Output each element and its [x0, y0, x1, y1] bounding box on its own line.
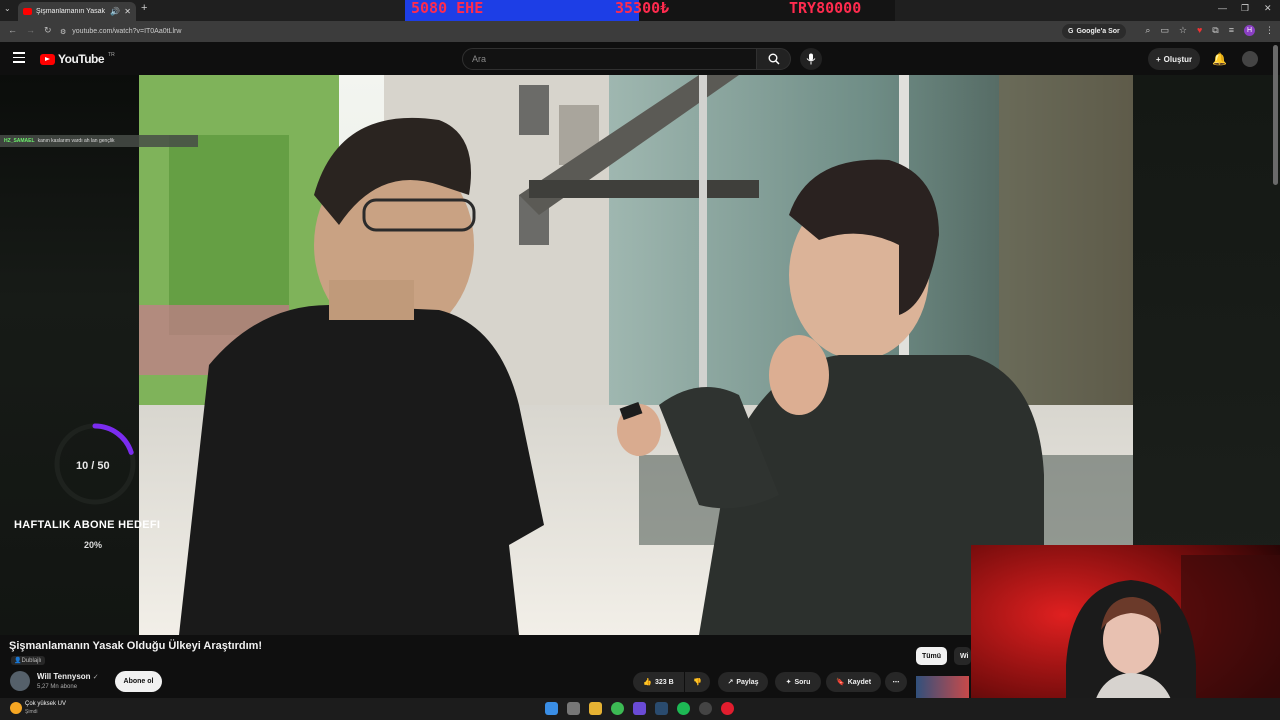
share-label: Paylaş [736, 678, 759, 686]
account-avatar[interactable] [1242, 51, 1258, 67]
thumbs-down-icon: 👎 [693, 679, 702, 686]
goal-percent: 20% [84, 540, 103, 550]
channel-name[interactable]: Will Tennyson ✓ [37, 672, 99, 681]
streamer-webcam [971, 545, 1280, 720]
ask-label: Soru [794, 678, 811, 686]
spotify-icon[interactable] [677, 702, 690, 715]
site-info-icon[interactable]: ⚙ [60, 28, 66, 36]
search-icon [768, 53, 780, 65]
google-icon: G [1068, 28, 1074, 35]
sparkle-icon: ✦ [785, 679, 792, 686]
menu-icon[interactable] [13, 52, 25, 66]
minimize-icon[interactable]: — [1218, 3, 1227, 13]
microphone-icon [806, 53, 816, 65]
youtube-wordmark: YouTube [58, 52, 105, 66]
verified-icon: ✓ [92, 674, 99, 681]
country-code: TR [108, 52, 115, 58]
like-count: 323 B [655, 678, 674, 686]
save-button[interactable]: 🔖 Kaydet [826, 672, 881, 692]
tab-close-icon[interactable]: ✕ [124, 7, 131, 16]
weather-subtitle: Şimdi [25, 709, 38, 715]
dubbed-badge: 👤Dublajlı [11, 656, 45, 665]
chat-user: HZ_SAMAEL [4, 138, 35, 144]
ticker-middle: 35300₺ [615, 0, 670, 17]
bookmark-star-icon[interactable]: ☆ [1179, 25, 1187, 36]
weather-title: Çok yüksek UV [25, 701, 67, 707]
windows-taskbar: Çok yüksek UV Şimdi [0, 698, 1280, 720]
chip-all[interactable]: Tümü [916, 647, 948, 665]
voice-search-button[interactable] [800, 48, 822, 70]
file-explorer-icon[interactable] [589, 702, 602, 715]
new-tab-icon[interactable]: + [141, 2, 147, 14]
zoom-icon[interactable]: ⌕ [1145, 25, 1150, 36]
youtube-logo[interactable]: YouTube TR [40, 52, 115, 66]
youtube-header: YouTube TR Ara + Oluştur 🔔 [0, 42, 1280, 75]
page-scrollbar[interactable] [1273, 45, 1278, 185]
url-text: youtube.com/watch?v=IT0Aa0tLlrw [72, 28, 182, 35]
chat-text: kanın kaslarım vardı ah lan gençlik [37, 138, 115, 144]
bookmark-icon: 🔖 [835, 679, 845, 686]
more-horizontal-icon: ⋯ [892, 679, 900, 686]
goal-count: 10 / 50 [76, 460, 110, 472]
subscribe-button[interactable]: Abone ol [115, 671, 162, 692]
create-button[interactable]: + Oluştur [1148, 48, 1201, 70]
youtube-play-icon [40, 53, 55, 65]
chat-message: HZ_SAMAEL kanın kaslarım vardı ah lan gen… [0, 135, 198, 147]
weather-sun-icon[interactable] [10, 702, 22, 714]
search-input[interactable]: Ara [462, 48, 757, 70]
goal-title: HAFTALIK ABONE HEDEFI [14, 519, 161, 531]
steam-icon[interactable] [655, 702, 668, 715]
more-actions-button[interactable]: ⋯ [885, 672, 907, 692]
youtube-favicon-icon [23, 8, 32, 15]
search-button[interactable] [756, 48, 791, 70]
tab-title: Şişmanlamanın Yasak Olduğu... [36, 8, 106, 15]
restore-icon[interactable]: ❐ [1241, 3, 1249, 14]
google-ask-label: Google'a Sor [1076, 28, 1120, 35]
ask-button[interactable]: ✦ Soru [775, 672, 821, 692]
create-label: Oluştur [1163, 54, 1193, 64]
thumbs-up-icon: 👍 [643, 679, 653, 686]
stream-left-panel [0, 75, 139, 635]
channel-avatar[interactable] [10, 671, 30, 691]
back-icon[interactable]: ← [8, 25, 17, 35]
next-video-thumbnail[interactable] [916, 676, 969, 698]
taskbar-apps [545, 702, 734, 715]
task-view-icon[interactable] [567, 702, 580, 715]
address-bar-row: ← → ↻ ⚙ youtube.com/watch?v=IT0Aa0tLlrw … [0, 21, 1280, 42]
google-ask-button[interactable]: G Google'a Sor [1062, 24, 1126, 39]
share-button[interactable]: ↗ Paylaş [718, 672, 768, 692]
browser-tab-active[interactable]: Şişmanlamanın Yasak Olduğu... 🔊 ✕ [18, 2, 136, 21]
tab-search-icon[interactable]: ⌄ [4, 4, 11, 13]
media-icon[interactable]: ≡ [1229, 25, 1234, 36]
save-label: Kaydet [847, 678, 872, 686]
forward-icon[interactable]: → [26, 25, 35, 35]
dub-label: Dublajlı [21, 658, 42, 664]
subscriber-count: 5,27 Mn abone [37, 684, 78, 690]
obs-icon[interactable] [699, 702, 712, 715]
like-button[interactable]: 👍 323 B [633, 672, 684, 692]
chip-next[interactable]: Wi [954, 647, 971, 665]
opera-icon[interactable] [721, 702, 734, 715]
share-icon: ↗ [727, 679, 734, 686]
twitch-app-icon[interactable] [633, 702, 646, 715]
browser-toolbar-icons: ⌕ ▭ ☆ ♥ ⧉ ≡ H ⋮ [1145, 25, 1274, 36]
notifications-bell-icon[interactable]: 🔔 [1212, 52, 1227, 66]
dislike-button[interactable]: 👎 [685, 672, 710, 692]
url-field[interactable]: ⚙ youtube.com/watch?v=IT0Aa0tLlrw [60, 24, 1060, 39]
browser-menu-icon[interactable]: ⋮ [1265, 25, 1274, 36]
extensions-puzzle-icon[interactable]: ⧉ [1212, 25, 1218, 36]
plus-icon: + [1156, 54, 1161, 64]
chrome-icon[interactable] [611, 702, 624, 715]
start-windows-icon[interactable] [545, 702, 558, 715]
window-close-icon[interactable]: ✕ [1264, 3, 1272, 14]
webcam-frame [971, 545, 1280, 720]
extension-icon[interactable]: ♥ [1197, 25, 1202, 36]
profile-avatar[interactable]: H [1244, 25, 1255, 36]
speaker-icon[interactable]: 🔊 [110, 7, 120, 16]
reload-icon[interactable]: ↻ [44, 25, 52, 36]
ticker-right: TRY80000 [789, 0, 862, 17]
cast-icon[interactable]: ▭ [1160, 25, 1169, 36]
video-title: Şişmanlamanın Yasak Olduğu Ülkeyi Araştı… [9, 640, 263, 652]
channel-name-text: Will Tennyson [37, 672, 91, 681]
